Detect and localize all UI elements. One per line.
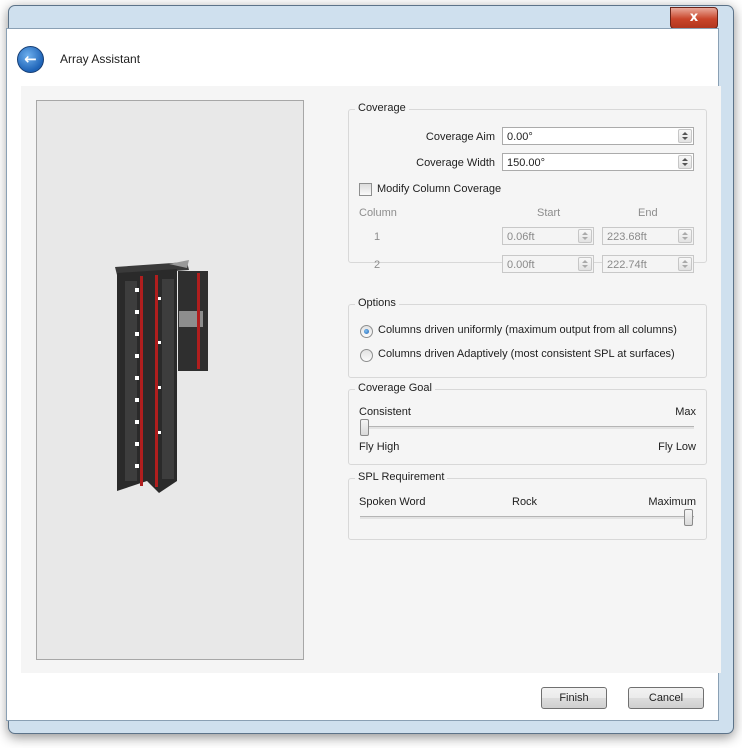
column-header: Column — [359, 207, 397, 219]
front-stripe-right — [155, 275, 158, 487]
modify-coverage-checkbox[interactable] — [359, 183, 372, 196]
rear-column-stripe — [197, 273, 200, 369]
coverage-width-value: 150.00° — [507, 157, 546, 169]
column-1-end-value: 223.68ft — [607, 231, 647, 243]
column-2-start-field[interactable]: 0.00ft — [502, 255, 594, 273]
spin-arrows-icon[interactable] — [678, 257, 692, 271]
back-arrow-icon[interactable]: ← — [17, 46, 44, 73]
column-2-end-value: 222.74ft — [607, 259, 647, 271]
coverage-goal-slider-thumb[interactable] — [360, 419, 369, 436]
spl-slider-thumb[interactable] — [684, 509, 693, 526]
start-header: Start — [537, 207, 561, 219]
end-header: End — [638, 207, 658, 219]
coverage-width-field[interactable]: 150.00° — [502, 153, 694, 171]
spin-arrows-icon[interactable] — [678, 155, 692, 169]
uniform-option-label: Columns driven uniformly (maximum output… — [378, 324, 677, 336]
adaptive-radio[interactable] — [360, 349, 373, 362]
column-1-start-value: 0.06ft — [507, 231, 535, 243]
coverage-aim-field[interactable]: 0.00° — [502, 127, 694, 145]
array-preview-panel[interactable] — [36, 100, 304, 660]
slider-min-label: Consistent — [359, 406, 411, 418]
speaker-array-illustration — [115, 260, 208, 493]
window-title: Array Assistant — [60, 52, 141, 66]
spin-arrows-icon[interactable] — [578, 229, 592, 243]
spin-arrows-icon[interactable] — [678, 229, 692, 243]
spl-requirement-group: SPL Requirement — [348, 471, 707, 540]
fly-low-label: Fly Low — [658, 441, 696, 453]
uniform-radio[interactable] — [360, 325, 373, 338]
spl-track[interactable] — [360, 516, 694, 519]
coverage-width-label: Coverage Width — [416, 157, 495, 169]
spin-arrows-icon[interactable] — [678, 129, 692, 143]
modify-coverage-label: Modify Column Coverage — [377, 183, 502, 195]
column-2-start-value: 0.00ft — [507, 259, 535, 271]
column-1-end-field[interactable]: 223.68ft — [602, 227, 694, 245]
finish-button[interactable]: Finish — [541, 687, 607, 709]
spin-arrows-icon[interactable] — [578, 257, 592, 271]
spoken-word-label: Spoken Word — [359, 496, 426, 508]
coverage-goal-group-title: Coverage Goal — [355, 382, 435, 394]
close-button[interactable]: x — [670, 7, 718, 29]
coverage-aim-label: Coverage Aim — [425, 131, 495, 143]
coverage-group-title: Coverage — [355, 102, 409, 114]
table-row-column: 1 — [374, 231, 381, 243]
table-row-column: 2 — [374, 259, 381, 271]
cancel-button[interactable]: Cancel — [628, 687, 704, 709]
options-group: Options — [348, 297, 707, 378]
column-2-end-field[interactable]: 222.74ft — [602, 255, 694, 273]
coverage-aim-value: 0.00° — [507, 131, 533, 143]
options-group-title: Options — [355, 297, 399, 309]
column-1-start-field[interactable]: 0.06ft — [502, 227, 594, 245]
front-stripe-left — [140, 276, 143, 486]
fly-high-label: Fly High — [359, 441, 400, 453]
spl-group-title: SPL Requirement — [355, 471, 448, 483]
coverage-goal-track[interactable] — [362, 426, 694, 429]
rock-label: Rock — [512, 496, 538, 508]
adaptive-option-label: Columns driven Adaptively (most consiste… — [378, 348, 675, 360]
slider-max-label: Max — [675, 406, 696, 418]
maximum-label: Maximum — [648, 496, 696, 508]
